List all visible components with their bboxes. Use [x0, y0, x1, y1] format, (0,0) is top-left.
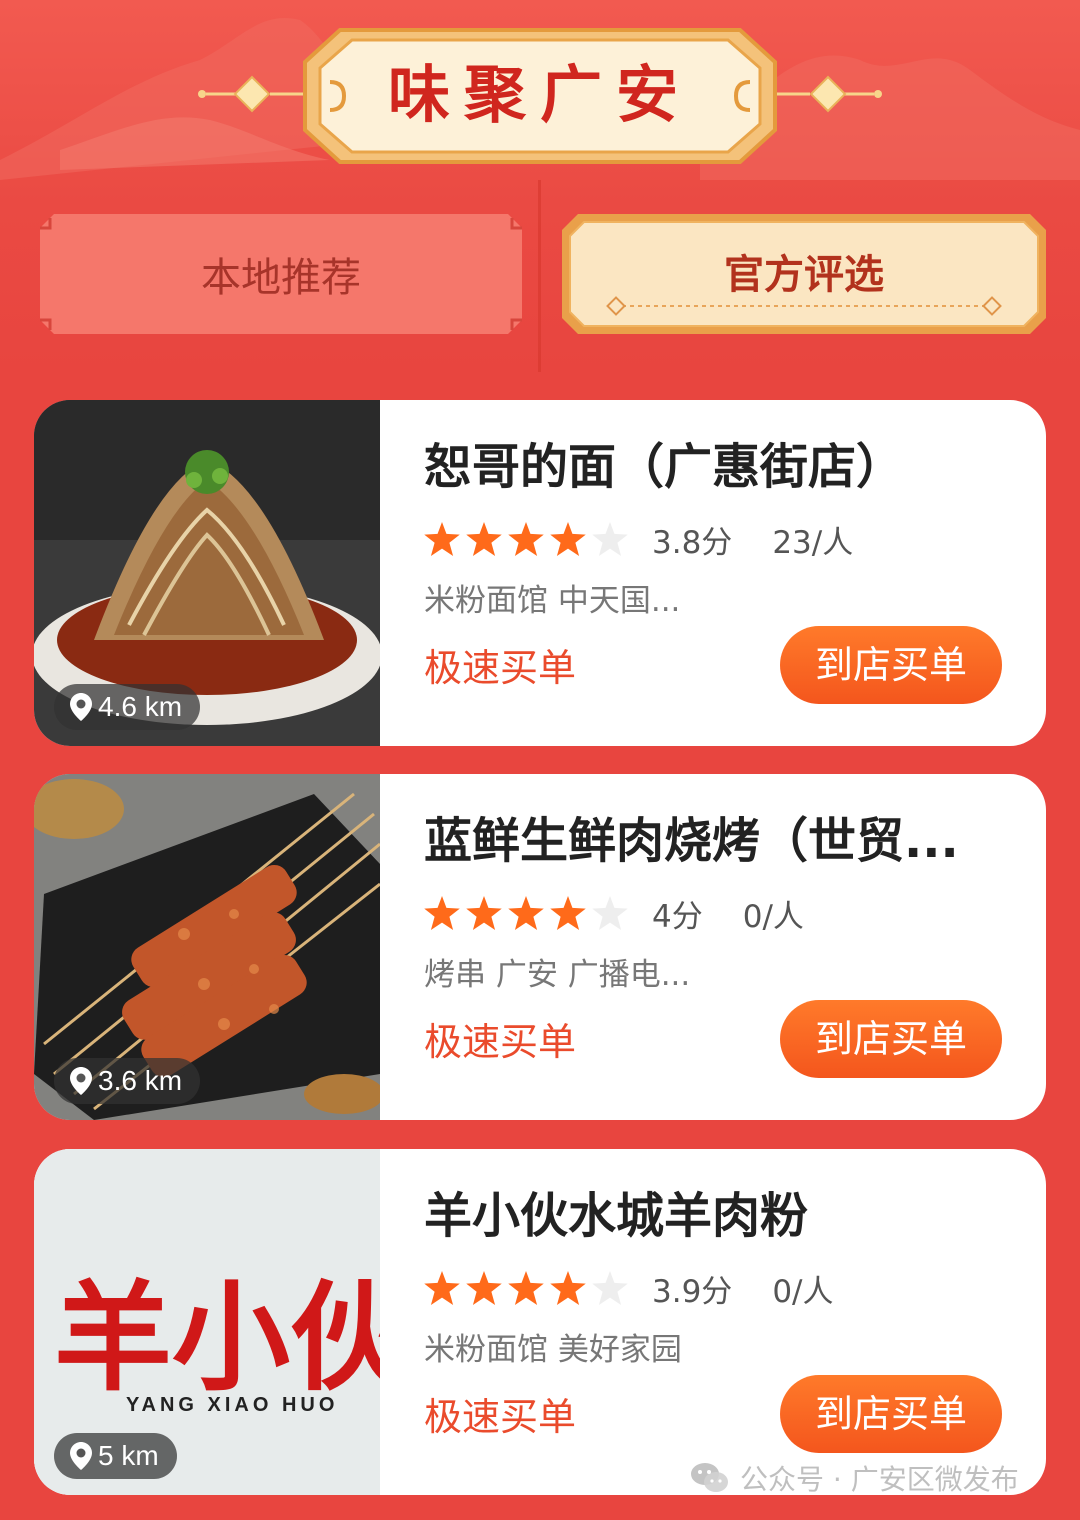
in-store-pay-button[interactable]: 到店买单 — [780, 1375, 1002, 1453]
shop-info: 恕哥的面（广惠街店） 3.8分 23/人 米粉面馆 中天国... 极速买单 到店… — [424, 400, 1024, 746]
star-filled-icon — [424, 896, 460, 930]
star-filled-icon — [550, 896, 586, 930]
distance-badge: 4.6 km — [54, 684, 201, 730]
price-per-person: 23/人 — [772, 524, 854, 561]
logo-subtext: YANG XIAO HUO — [126, 1394, 338, 1416]
shop-name[interactable]: 恕哥的面（广惠街店） — [424, 432, 1004, 502]
distance-text: 3.6 km — [98, 1065, 183, 1096]
star-filled-icon — [550, 1271, 586, 1305]
shop-name[interactable]: 蓝鲜生鲜肉烧烤（世贸... — [424, 806, 1004, 876]
tab-divider — [538, 180, 541, 372]
star-empty-icon — [592, 896, 628, 930]
wechat-icon — [691, 1463, 728, 1492]
star-filled-icon — [466, 522, 502, 556]
tab-local-recommend[interactable]: 本地推荐 — [40, 214, 522, 334]
in-store-pay-button[interactable]: 到店买单 — [780, 1000, 1002, 1078]
star-filled-icon — [508, 1271, 544, 1305]
star-filled-icon — [508, 522, 544, 556]
score-text: 3.8分 — [652, 524, 733, 561]
yang-xiao-huo-logo: 羊小伙 YANG XIAO HUO 5 km — [34, 1149, 380, 1495]
fast-pay-link[interactable]: 极速买单 — [424, 1389, 576, 1445]
shop-tags: 烤串 广安 广播电... — [424, 957, 691, 993]
star-rating — [424, 896, 628, 930]
shop-card[interactable]: 4.6 km 恕哥的面（广惠街店） 3.8分 23/人 米粉面馆 中天国... … — [34, 400, 1046, 746]
rating-row: 3.8分 23/人 — [424, 518, 854, 561]
price-per-person: 0/人 — [772, 1273, 834, 1310]
star-filled-icon — [508, 896, 544, 930]
star-filled-icon — [466, 896, 502, 930]
tab-local-label: 本地推荐 — [201, 255, 361, 301]
distance-text: 5 km — [98, 1440, 159, 1471]
shop-info: 蓝鲜生鲜肉烧烤（世贸... 4分 0/人 烤串 广安 广播电... 极速买单 到… — [424, 774, 1024, 1120]
wechat-watermark: 公众号 · 广安区微发布 — [690, 1456, 1019, 1500]
star-empty-icon — [592, 522, 628, 556]
score-text: 3.9分 — [652, 1273, 733, 1310]
shop-name[interactable]: 羊小伙水城羊肉粉 — [424, 1181, 1004, 1251]
logo-text: 羊小伙 — [54, 1268, 380, 1407]
header: 味聚广安 本地推荐 官方评选 — [0, 0, 1080, 372]
star-rating — [424, 522, 628, 556]
shop-card[interactable]: 羊小伙 YANG XIAO HUO 5 km 羊小伙水城羊肉粉 3.9分 0/人… — [34, 1149, 1046, 1495]
price-per-person: 0/人 — [742, 898, 804, 935]
star-empty-icon — [592, 1271, 628, 1305]
shop-info: 羊小伙水城羊肉粉 3.9分 0/人 米粉面馆 美好家园 极速买单 到店买单 — [424, 1149, 1024, 1495]
shop-card[interactable]: 3.6 km 蓝鲜生鲜肉烧烤（世贸... 4分 0/人 烤串 广安 广播电...… — [34, 774, 1046, 1120]
tab-official-selection[interactable]: 官方评选 — [562, 214, 1046, 334]
banner-title: 味聚广安 — [387, 58, 692, 131]
distance-badge: 5 km — [54, 1433, 177, 1479]
watermark-text: 公众号 · 广安区微发布 — [740, 1463, 1019, 1496]
fast-pay-link[interactable]: 极速买单 — [424, 1014, 576, 1070]
bbq-skewers-photo: 3.6 km — [34, 774, 380, 1120]
score-text: 4分 — [652, 898, 703, 935]
location-pin-icon — [70, 693, 92, 721]
star-filled-icon — [466, 1271, 502, 1305]
fast-pay-link[interactable]: 极速买单 — [424, 640, 576, 696]
shop-tags: 米粉面馆 中天国... — [424, 583, 681, 619]
star-filled-icon — [550, 522, 586, 556]
star-rating — [424, 1271, 628, 1305]
rating-row: 4分 0/人 — [424, 892, 804, 935]
distance-text: 4.6 km — [98, 691, 183, 722]
location-pin-icon — [70, 1442, 92, 1470]
rating-row: 3.9分 0/人 — [424, 1267, 834, 1310]
star-filled-icon — [424, 522, 460, 556]
star-filled-icon — [424, 1271, 460, 1305]
tab-official-label: 官方评选 — [724, 252, 884, 298]
in-store-pay-button[interactable]: 到店买单 — [780, 626, 1002, 704]
shop-tags: 米粉面馆 美好家园 — [424, 1332, 682, 1368]
location-pin-icon — [70, 1067, 92, 1095]
noodle-dish-photo: 4.6 km — [34, 400, 380, 746]
distance-badge: 3.6 km — [54, 1058, 201, 1104]
